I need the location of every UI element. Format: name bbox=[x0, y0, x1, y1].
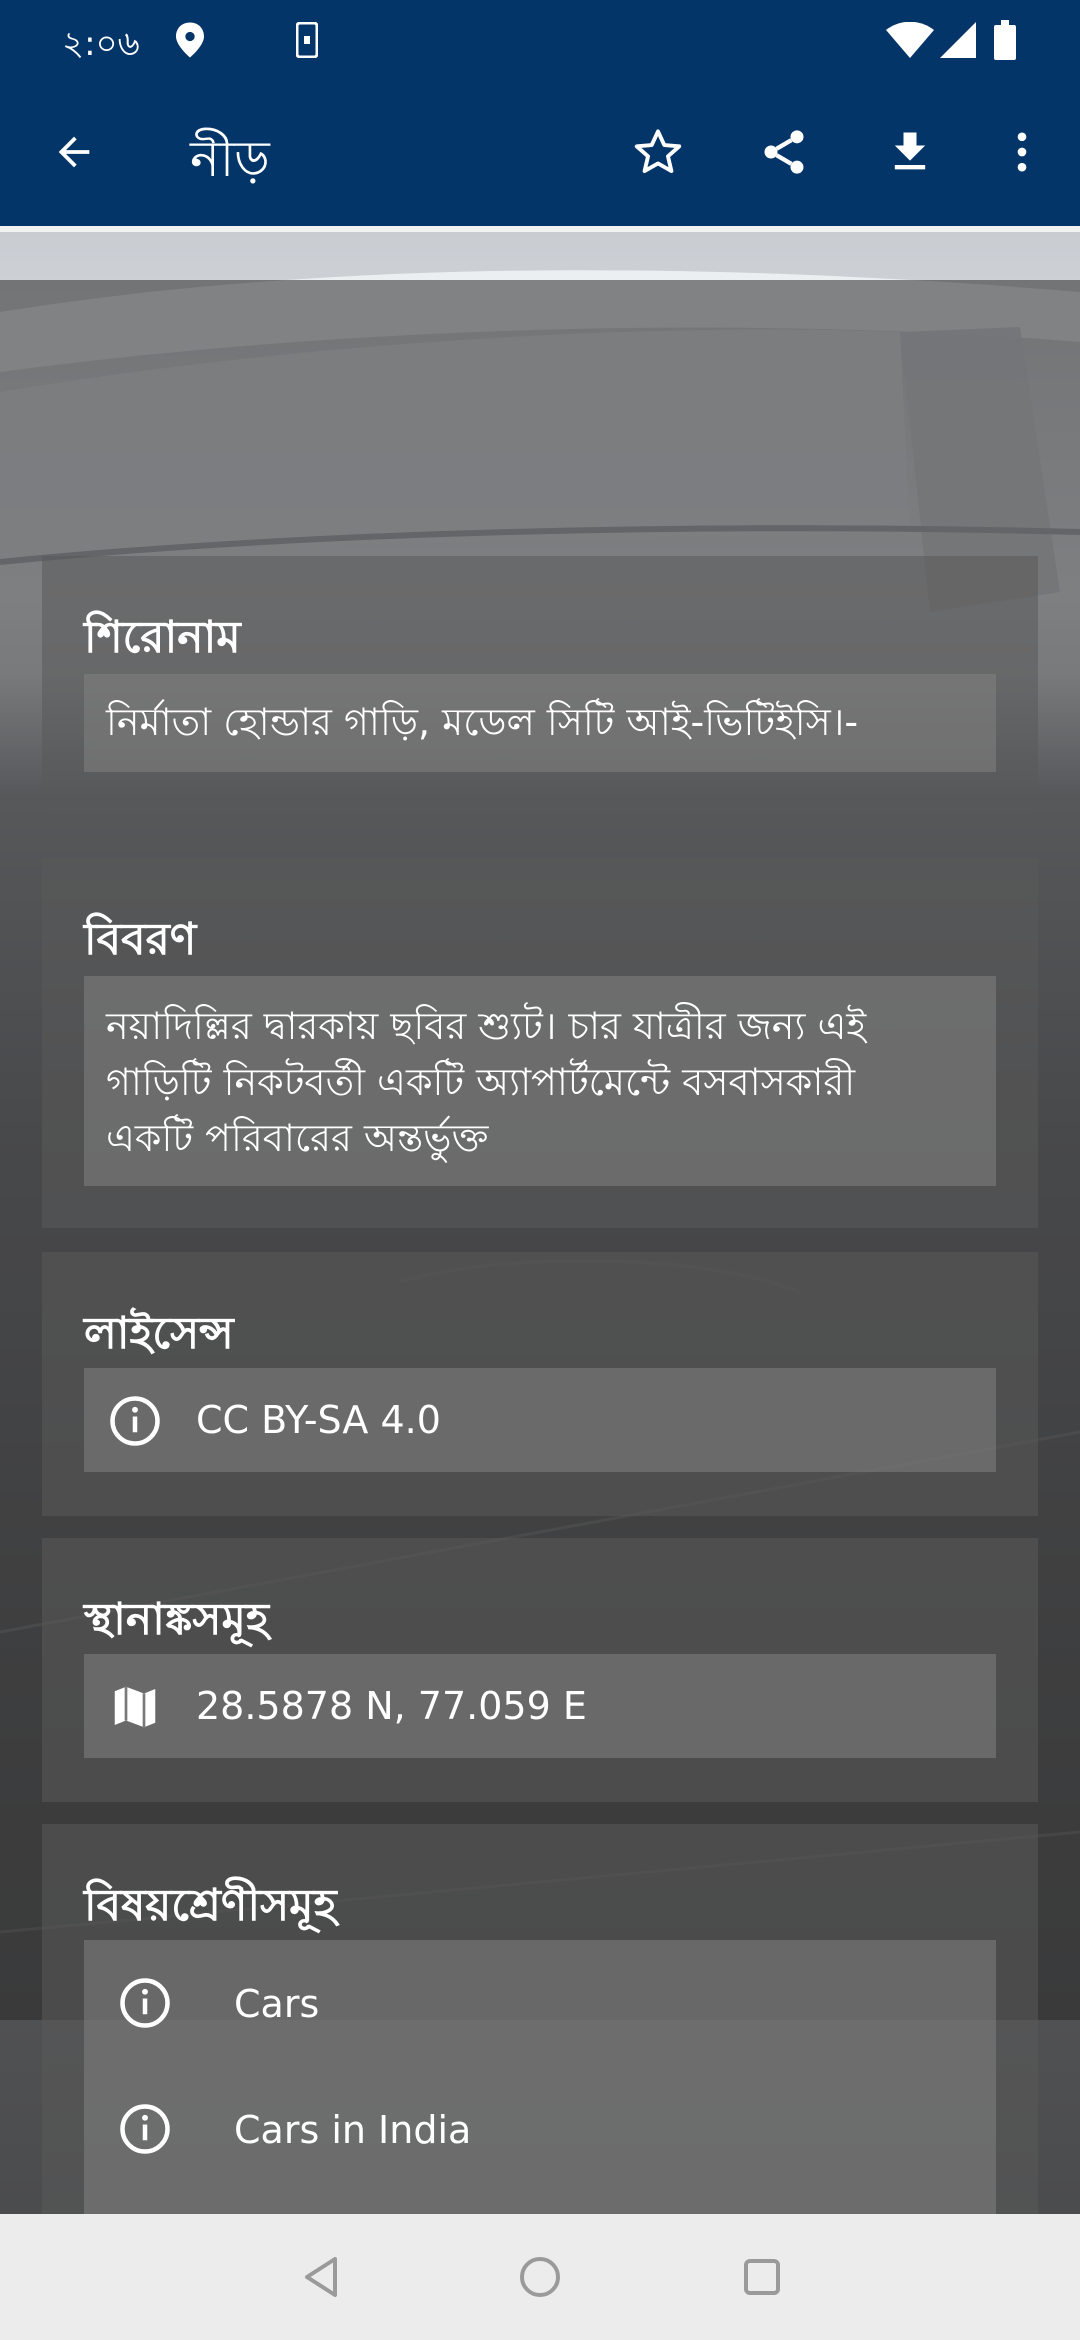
description-line-1: নয়াদিল্লির দ্বারকায় ছবির শ্যুট। চার যা… bbox=[106, 1004, 867, 1048]
description-line-2: গাড়িটি নিকটবর্তী একটি অ্যাপার্টমেন্টে ব… bbox=[106, 1060, 856, 1104]
license-value: CC BY-SA 4.0 bbox=[196, 1398, 441, 1442]
page-title: নীড় bbox=[190, 130, 270, 188]
star-outline-icon bbox=[632, 126, 684, 182]
signal-icon bbox=[940, 22, 976, 62]
share-icon bbox=[758, 126, 810, 182]
nav-home-button[interactable] bbox=[505, 2244, 575, 2314]
list-item[interactable]: Cars in India bbox=[84, 2066, 996, 2192]
title-card: শিরোনাম নির্মাতা হোন্ডার গাড়ি, মডেল সিট… bbox=[42, 556, 1038, 814]
title-field[interactable]: নির্মাতা হোন্ডার গাড়ি, মডেল সিটি আই-ভিট… bbox=[84, 674, 996, 772]
arrow-left-icon bbox=[51, 129, 97, 179]
system-nav-bar bbox=[0, 2214, 1080, 2340]
coordinates-field[interactable]: 28.5878 N, 77.059 E bbox=[84, 1654, 996, 1758]
description-card: বিবরণ নয়াদিল্লির দ্বারকায় ছবির শ্যুট। … bbox=[42, 858, 1038, 1228]
status-time: ২:০৬ bbox=[62, 24, 140, 64]
coordinates-value: 28.5878 N, 77.059 E bbox=[196, 1684, 587, 1728]
info-icon bbox=[108, 1394, 162, 1452]
nav-recents-button[interactable] bbox=[727, 2244, 797, 2314]
description-field[interactable]: নয়াদিল্লির দ্বারকায় ছবির শ্যুট। চার যা… bbox=[84, 976, 996, 1186]
share-button[interactable] bbox=[736, 106, 832, 202]
wifi-icon bbox=[886, 21, 934, 62]
bookmark-button[interactable] bbox=[610, 106, 706, 202]
triangle-back-icon bbox=[297, 2253, 345, 2305]
coordinates-heading: স্থানাঙ্কসমূহ bbox=[84, 1594, 270, 1645]
download-button[interactable] bbox=[862, 106, 958, 202]
app-toolbar: নীড় bbox=[0, 82, 1080, 226]
info-icon bbox=[118, 2102, 172, 2160]
category-label: Cars bbox=[234, 1982, 320, 2026]
circle-home-icon bbox=[516, 2253, 564, 2305]
license-field[interactable]: CC BY-SA 4.0 bbox=[84, 1368, 996, 1472]
device-icon bbox=[295, 21, 319, 62]
back-button[interactable] bbox=[26, 106, 122, 202]
license-card: লাইসেন্স CC BY-SA 4.0 bbox=[42, 1252, 1038, 1516]
toolbar-divider bbox=[0, 226, 1080, 232]
categories-heading: বিষয়শ্রেণীসমূহ bbox=[84, 1880, 337, 1931]
description-line-3: একটি পরিবারের অন্তর্ভুক্ত bbox=[106, 1116, 489, 1160]
more-options-button[interactable] bbox=[974, 106, 1070, 202]
categories-list: Cars Cars in India bbox=[84, 1940, 996, 2250]
location-icon bbox=[176, 22, 204, 62]
category-label: Cars in India bbox=[234, 2108, 472, 2152]
list-item[interactable]: Cars bbox=[84, 1940, 996, 2066]
title-value: নির্মাতা হোন্ডার গাড়ি, মডেল সিটি আই-ভিট… bbox=[106, 700, 859, 744]
more-vert-icon bbox=[996, 126, 1048, 182]
status-bar: ২:০৬ bbox=[0, 0, 1080, 82]
download-icon bbox=[884, 126, 936, 182]
title-heading: শিরোনাম bbox=[84, 612, 241, 663]
info-icon bbox=[118, 1976, 172, 2034]
license-heading: লাইসেন্স bbox=[84, 1308, 234, 1359]
categories-card: বিষয়শ্রেণীসমূহ Cars Cars in India bbox=[42, 1824, 1038, 2250]
battery-icon bbox=[994, 20, 1016, 64]
nav-back-button[interactable] bbox=[286, 2244, 356, 2314]
map-icon bbox=[108, 1680, 162, 1738]
coordinates-card: স্থানাঙ্কসমূহ 28.5878 N, 77.059 E bbox=[42, 1538, 1038, 1802]
square-recents-icon bbox=[738, 2253, 786, 2305]
description-heading: বিবরণ bbox=[84, 914, 197, 965]
